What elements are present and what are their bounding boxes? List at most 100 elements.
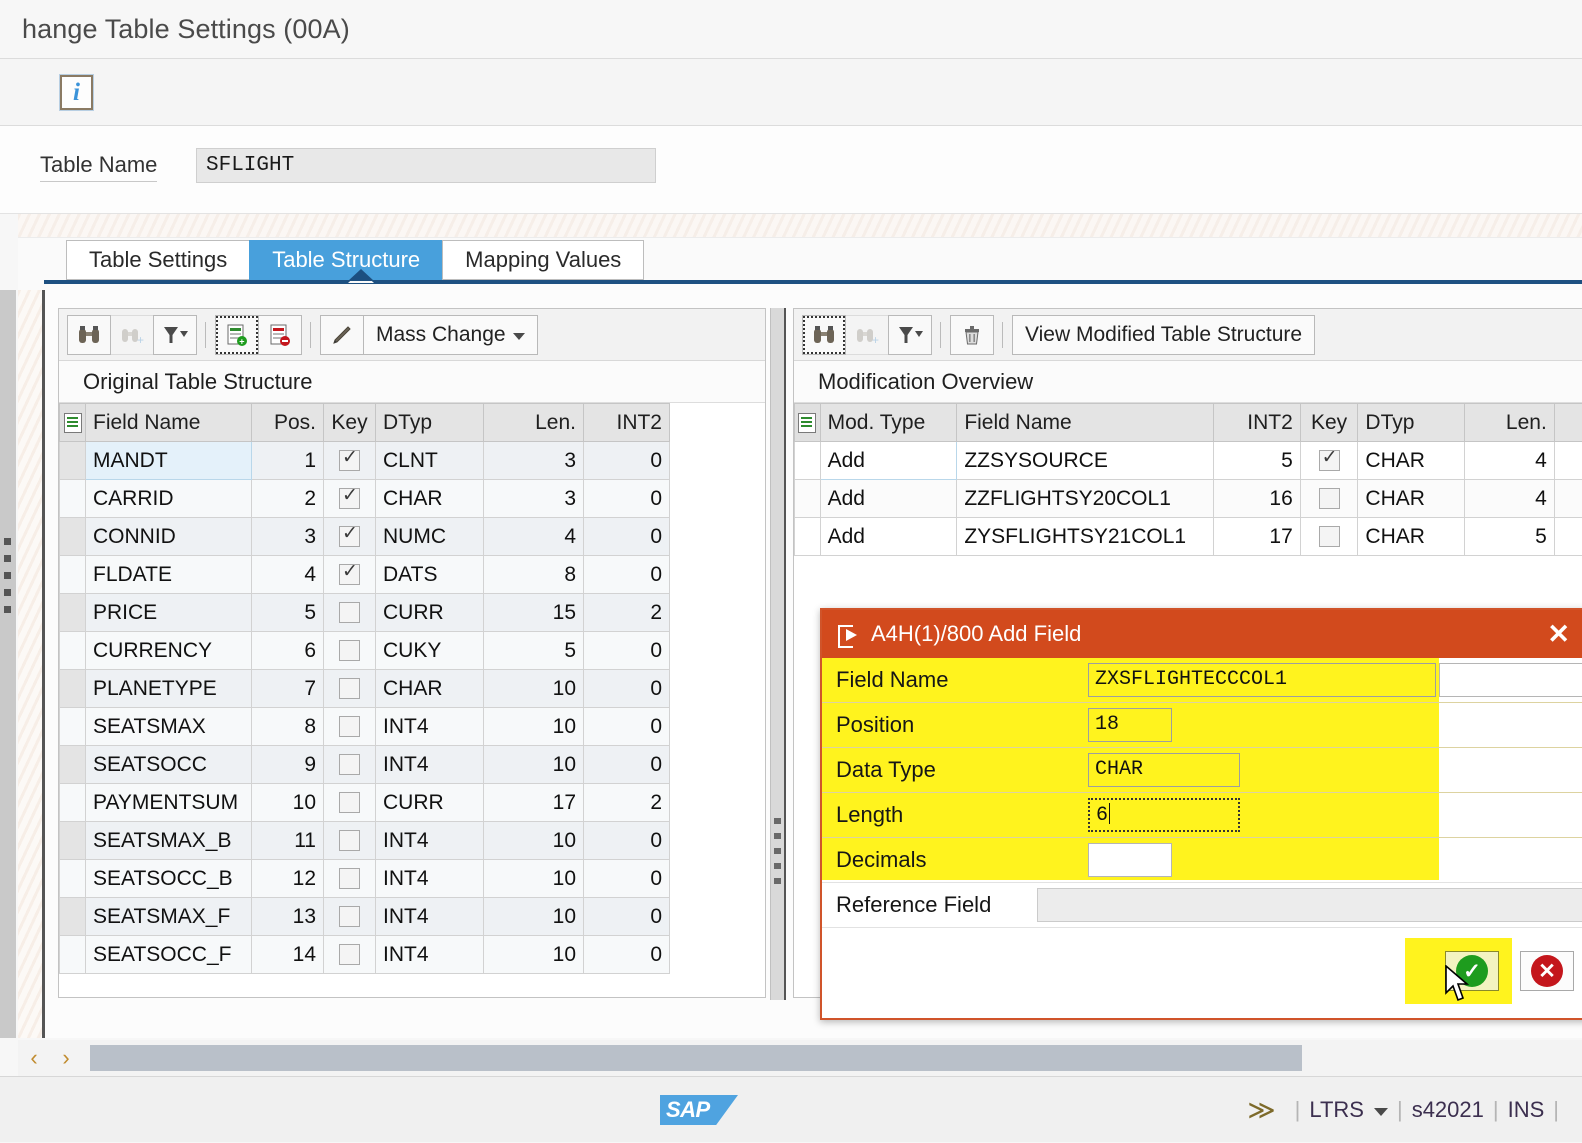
key-checkbox[interactable]: [339, 716, 360, 737]
key-checkbox[interactable]: [1319, 526, 1340, 547]
scroll-left-arrow[interactable]: ‹: [18, 1045, 50, 1071]
status-server[interactable]: s42021: [1412, 1097, 1484, 1123]
field-name-extra-input[interactable]: [1439, 663, 1582, 697]
row-selector[interactable]: [60, 708, 86, 746]
original-structure-grid[interactable]: Field Name Pos. Key DTyp Len. INT2 MANDT…: [59, 403, 765, 997]
col-key[interactable]: Key: [324, 404, 376, 442]
row-selector[interactable]: [60, 860, 86, 898]
row-selector[interactable]: [60, 784, 86, 822]
key-checkbox[interactable]: [339, 450, 360, 471]
table-row[interactable]: SEATSOCC_B12INT4100: [60, 860, 670, 898]
scrollbar-track[interactable]: [90, 1045, 1582, 1071]
table-row[interactable]: CONNID3NUMC40: [60, 518, 670, 556]
col-field-name[interactable]: Field Name: [957, 404, 1214, 442]
key-checkbox[interactable]: [1319, 488, 1340, 509]
key-checkbox[interactable]: [339, 868, 360, 889]
key-checkbox[interactable]: [339, 906, 360, 927]
key-checkbox[interactable]: [339, 488, 360, 509]
scrollbar-empty-region[interactable]: [1302, 1045, 1582, 1071]
key-checkbox[interactable]: [339, 526, 360, 547]
key-checkbox[interactable]: [339, 564, 360, 585]
col-field-name[interactable]: Field Name: [86, 404, 252, 442]
key-checkbox[interactable]: [339, 754, 360, 775]
key-checkbox[interactable]: [339, 678, 360, 699]
pencil-icon[interactable]: [320, 315, 364, 355]
panel-splitter[interactable]: [770, 308, 786, 1000]
col-len[interactable]: Len.: [1464, 404, 1554, 442]
col-dtyp[interactable]: DTyp: [376, 404, 484, 442]
col-int2[interactable]: INT2: [584, 404, 670, 442]
row-selector[interactable]: [60, 822, 86, 860]
data-type-input[interactable]: CHAR: [1088, 753, 1240, 787]
binoculars-plus-icon[interactable]: +: [110, 315, 154, 355]
close-icon[interactable]: ✕: [1547, 621, 1570, 648]
cancel-button[interactable]: ✕: [1520, 951, 1574, 991]
table-row[interactable]: AddZYSFLIGHTSY21COL117CHAR5: [795, 518, 1582, 556]
trash-icon[interactable]: [950, 315, 994, 355]
grid-settings-icon[interactable]: [795, 404, 821, 442]
key-checkbox[interactable]: [339, 602, 360, 623]
key-checkbox[interactable]: [339, 830, 360, 851]
add-row-icon[interactable]: +: [215, 315, 259, 355]
table-row[interactable]: FLDATE4DATS80: [60, 556, 670, 594]
key-checkbox[interactable]: [339, 944, 360, 965]
field-name-input[interactable]: ZXSFLIGHTECCCOL1: [1088, 663, 1436, 697]
table-row[interactable]: MANDT1CLNT30: [60, 442, 670, 480]
row-selector[interactable]: [60, 746, 86, 784]
col-dtyp[interactable]: DTyp: [1358, 404, 1464, 442]
col-mod-type[interactable]: Mod. Type: [820, 404, 957, 442]
left-vertical-splitter[interactable]: [0, 290, 16, 1038]
table-row[interactable]: AddZZFLIGHTSY20COL116CHAR4: [795, 480, 1582, 518]
view-modified-table-structure-button[interactable]: View Modified Table Structure: [1012, 315, 1315, 355]
table-row[interactable]: PLANETYPE7CHAR100: [60, 670, 670, 708]
binoculars-plus-icon[interactable]: +: [845, 315, 889, 355]
table-row[interactable]: CARRID2CHAR30: [60, 480, 670, 518]
funnel-icon[interactable]: [153, 315, 197, 355]
row-selector[interactable]: [795, 518, 821, 556]
dialog-title-bar[interactable]: A4H(1)/800 Add Field ✕: [822, 610, 1582, 658]
row-selector[interactable]: [60, 632, 86, 670]
col-int2[interactable]: INT2: [1214, 404, 1301, 442]
row-selector[interactable]: [60, 556, 86, 594]
table-row[interactable]: CURRENCY6CUKY50: [60, 632, 670, 670]
row-selector[interactable]: [60, 442, 86, 480]
row-selector[interactable]: [60, 480, 86, 518]
scroll-right-arrow[interactable]: ›: [50, 1045, 82, 1071]
funnel-icon[interactable]: [888, 315, 932, 355]
double-chevron-right-icon[interactable]: ≫: [1247, 1095, 1275, 1126]
col-key[interactable]: Key: [1300, 404, 1358, 442]
key-checkbox[interactable]: [339, 792, 360, 813]
col-pos[interactable]: Pos.: [252, 404, 324, 442]
confirm-button[interactable]: ✓: [1445, 951, 1499, 991]
status-mode[interactable]: INS: [1508, 1097, 1545, 1123]
key-checkbox[interactable]: [1319, 450, 1340, 471]
table-row[interactable]: SEATSOCC_F14INT4100: [60, 936, 670, 974]
status-system[interactable]: LTRS: [1309, 1097, 1364, 1123]
row-selector[interactable]: [60, 936, 86, 974]
binoculars-icon[interactable]: [802, 315, 846, 355]
table-row[interactable]: PAYMENTSUM10CURR172: [60, 784, 670, 822]
tab-table-structure[interactable]: Table Structure: [249, 240, 442, 280]
mass-change-button[interactable]: Mass Change: [363, 315, 538, 355]
row-selector[interactable]: [60, 594, 86, 632]
tab-mapping-values[interactable]: Mapping Values: [442, 240, 644, 280]
chevron-down-icon[interactable]: [1374, 1108, 1388, 1116]
table-row[interactable]: SEATSOCC9INT4100: [60, 746, 670, 784]
col-len[interactable]: Len.: [484, 404, 584, 442]
table-name-field[interactable]: SFLIGHT: [196, 148, 656, 183]
table-row[interactable]: SEATSMAX8INT4100: [60, 708, 670, 746]
tab-table-settings[interactable]: Table Settings: [66, 240, 249, 280]
reference-field-input[interactable]: [1037, 888, 1582, 922]
position-input[interactable]: 18: [1088, 708, 1172, 742]
info-icon[interactable]: i: [60, 75, 93, 110]
decimals-input[interactable]: [1088, 843, 1172, 877]
grid-settings-icon[interactable]: [60, 404, 86, 442]
table-row[interactable]: SEATSMAX_B11INT4100: [60, 822, 670, 860]
row-selector[interactable]: [795, 442, 821, 480]
delete-row-icon[interactable]: [258, 315, 302, 355]
row-selector[interactable]: [60, 670, 86, 708]
length-input[interactable]: 6: [1088, 798, 1240, 832]
table-row[interactable]: AddZZSYSOURCE5CHAR4: [795, 442, 1582, 480]
key-checkbox[interactable]: [339, 640, 360, 661]
table-row[interactable]: SEATSMAX_F13INT4100: [60, 898, 670, 936]
